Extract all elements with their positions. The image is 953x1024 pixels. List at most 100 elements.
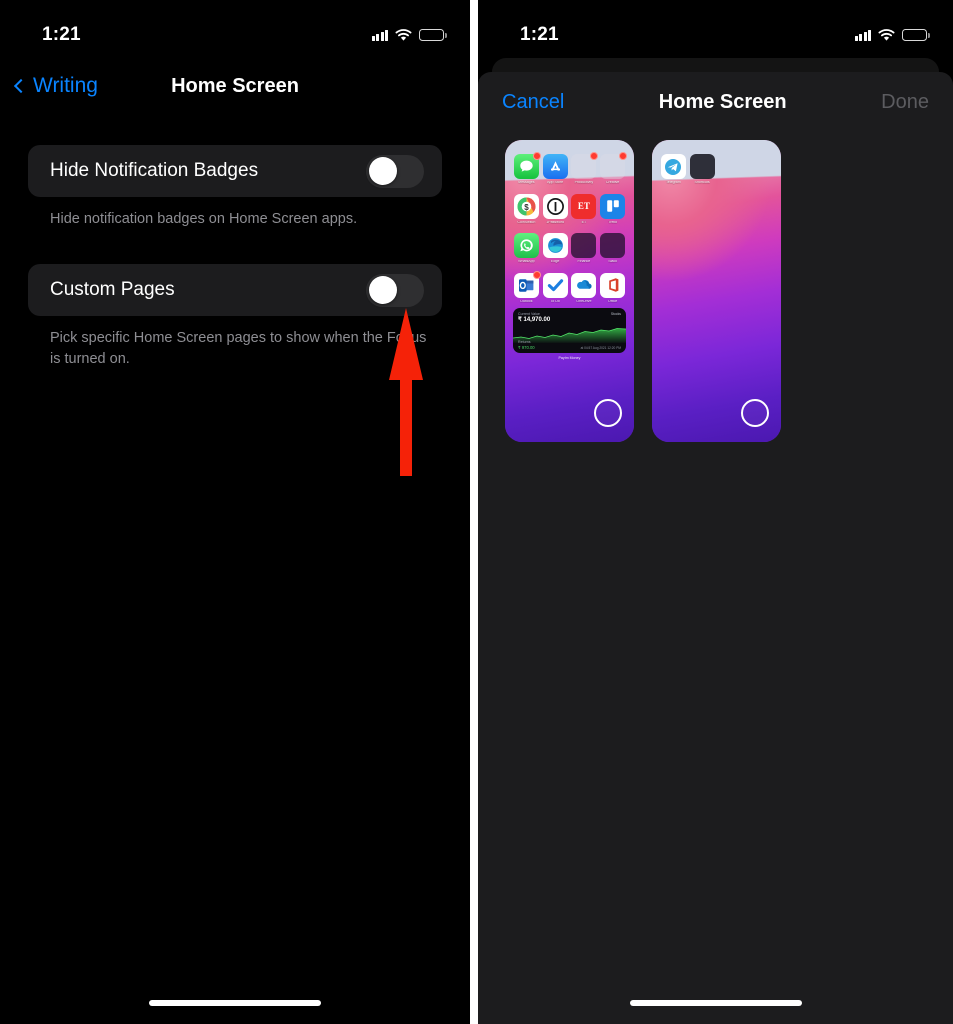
widget-return-block: Returns ₹ 970.00 (518, 340, 535, 350)
sheet-toolbar: Cancel Home Screen Done (478, 72, 953, 132)
edge-icon (542, 233, 568, 259)
footnote-hide-notification-badges: Hide notification badges on Home Screen … (50, 211, 358, 227)
hide-notification-badges-toggle[interactable] (366, 154, 424, 188)
widget-value: ₹ 14,970.00 (518, 316, 551, 323)
screenshot-root: 1:21 Home Screen Writing Hide Notificati… (0, 0, 953, 1024)
coinswitch-icon: $ (513, 193, 539, 219)
home-screen-page-thumbnail[interactable]: Messages App Store Productivity Creative… (505, 140, 634, 442)
app-whatsapp: WhatsApp (513, 233, 539, 264)
app-label: To Do (550, 299, 560, 303)
appstore-icon (542, 154, 568, 179)
app-label: Trello (608, 220, 618, 224)
home-indicator (629, 1000, 802, 1006)
svg-text:$: $ (524, 203, 529, 212)
battery-low-icon (902, 29, 930, 41)
app-outlook: Outlook (513, 270, 541, 304)
row-hide-notification-badges[interactable]: Hide Notification Badges (28, 145, 442, 197)
app-onedrive: OneDrive (571, 272, 597, 304)
et-icon: ET (571, 193, 597, 219)
todo-icon (542, 272, 568, 298)
app-edge: Edge (542, 233, 568, 264)
widget-timestamp: at 04:57 Aug 2021 12:20 PM (580, 346, 621, 350)
widget-header: Current Value ₹ 14,970.00 Stocks (518, 312, 621, 324)
home-screen-page-thumbnail[interactable]: Telegram Shortcuts (652, 140, 781, 442)
app-label: Telegram (665, 181, 681, 184)
footnote-custom-pages: Pick specific Home Screen pages to show … (50, 330, 427, 368)
cellular-bars-icon (371, 29, 388, 41)
notification-badge (532, 152, 541, 160)
sheet-title: Home Screen (658, 90, 787, 113)
app-label: Messages (518, 181, 535, 184)
app-folder-productivity: Productivity (571, 152, 599, 185)
whatsapp-icon (513, 233, 539, 259)
wifi-icon (395, 28, 412, 42)
row-label: Hide Notification Badges (50, 160, 259, 181)
app-folder-creative: Creative (600, 152, 628, 185)
status-icons (371, 28, 447, 42)
panel-divider (470, 0, 478, 1024)
status-bar-right: 1:21 (478, 0, 953, 56)
paytm-money-widget: Current Value ₹ 14,970.00 Stocks Returns… (513, 308, 626, 353)
custom-pages-toggle[interactable] (366, 273, 424, 307)
app-messages: Messages (513, 152, 541, 185)
row-label: Custom Pages (50, 279, 175, 301)
app-todo: To Do (542, 272, 568, 304)
notification-badge (532, 270, 541, 279)
app-label: Slack (608, 260, 618, 264)
app-label: Outlook (520, 299, 533, 303)
app-label: App Store (547, 181, 564, 184)
page-select-checkbox[interactable] (594, 399, 622, 427)
widget-return-value: ₹ 970.00 (518, 345, 535, 350)
back-button-label: Writing (33, 74, 98, 97)
app-folder-shortcuts: Shortcuts (689, 154, 715, 185)
onepassword-icon (542, 193, 568, 219)
app-trello: Trello (600, 193, 626, 225)
app-label: Creative (605, 181, 620, 184)
navigation-bar: Home Screen Writing (0, 62, 470, 110)
app-folder-finance: Finance (571, 233, 597, 264)
app-label: OneDrive (576, 299, 592, 303)
app-label: 1Password (546, 220, 565, 224)
page-select-checkbox[interactable] (741, 399, 769, 427)
toggle-knob (368, 276, 397, 305)
widget-label: Paytm Money (558, 356, 581, 360)
wallpaper (652, 140, 781, 442)
home-screen-pages-grid: Messages App Store Productivity Creative… (478, 132, 953, 442)
folder-icon (689, 154, 715, 179)
trello-icon (600, 193, 626, 219)
home-indicator (149, 1000, 321, 1006)
app-et: ET ET (571, 193, 597, 225)
folder-icon (571, 233, 597, 259)
app-label: Productivity (574, 181, 594, 184)
battery-low-icon (419, 29, 447, 41)
onedrive-icon (571, 272, 597, 298)
app-icon-grid: Telegram Shortcuts (659, 154, 774, 185)
app-folder-slack: Slack (600, 233, 626, 264)
cellular-bars-icon (854, 29, 871, 41)
left-phone-screen: 1:21 Home Screen Writing Hide Notificati… (0, 0, 470, 1024)
widget-tag: Stocks (610, 312, 621, 316)
app-label: ET (581, 220, 587, 224)
status-time: 1:21 (520, 24, 559, 45)
app-label: CoinSwitch (517, 220, 536, 224)
toggle-knob (368, 157, 397, 185)
app-1password: 1Password (542, 193, 568, 225)
app-app-store: App Store (542, 154, 568, 185)
red-up-arrow-annotation (386, 308, 426, 476)
app-label: Office (607, 299, 618, 303)
status-icons (854, 28, 930, 42)
notification-badge (619, 152, 628, 160)
app-label: Edge (550, 260, 560, 264)
app-telegram: Telegram (660, 154, 686, 185)
row-custom-pages[interactable]: Custom Pages (28, 264, 442, 317)
back-button[interactable]: Writing (13, 74, 98, 98)
wifi-icon (878, 28, 895, 42)
status-bar-left: 1:21 (0, 0, 470, 56)
app-icon-grid: Messages App Store Productivity Creative… (512, 152, 628, 304)
widget-value-block: Current Value ₹ 14,970.00 (518, 312, 550, 324)
cancel-button[interactable]: Cancel (502, 91, 564, 114)
done-button[interactable]: Done (881, 91, 929, 114)
app-label: Shortcuts (694, 181, 710, 184)
home-screen-picker-sheet: Cancel Home Screen Done Messages App Sto… (478, 72, 953, 1024)
widget-footer: Returns ₹ 970.00 at 04:57 Aug 2021 12:20… (518, 340, 621, 350)
